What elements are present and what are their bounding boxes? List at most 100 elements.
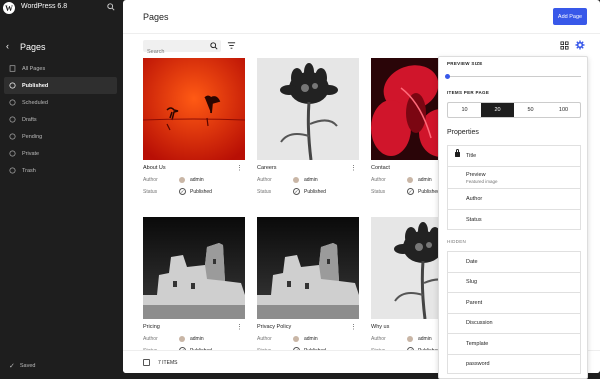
avatar-icon (179, 335, 185, 342)
more-actions-icon[interactable]: ⋮ (350, 323, 357, 331)
search-icon (210, 42, 218, 50)
page-thumbnail[interactable] (257, 217, 359, 319)
property-sublabel: Featured image (466, 178, 498, 184)
saved-status: ✓ Saved (9, 362, 35, 370)
published-check-icon: ✓ (179, 188, 186, 195)
property-label: Slug (466, 279, 478, 286)
items-per-page-label: ITEMS PER PAGE (447, 90, 490, 95)
author-label: Author (257, 176, 272, 183)
property-label: Preview (466, 171, 486, 178)
view-options-popover: PREVIEW SIZE ITEMS PER PAGE 10 20 50 100 Pr… (438, 56, 588, 379)
avatar-icon (407, 335, 413, 342)
filter-icon[interactable] (227, 41, 236, 50)
search-field[interactable] (143, 40, 221, 58)
status-value: ✓ Published (407, 188, 440, 195)
author-field: Author admin (257, 174, 359, 185)
page-title-text[interactable]: Careers ⋮ (257, 165, 359, 173)
property-author[interactable]: Author (447, 188, 581, 209)
avatar-icon (293, 176, 299, 183)
page-card[interactable]: About Us ⋮ Author admin Status ✓ Published (143, 58, 245, 197)
more-actions-icon[interactable]: ⋮ (350, 164, 357, 172)
author-name: admin (190, 335, 204, 342)
property-title[interactable]: Title (447, 145, 581, 166)
property-label: password (466, 360, 490, 367)
sidebar-item-pending[interactable]: Pending (4, 128, 117, 145)
select-all-checkbox[interactable] (143, 359, 150, 366)
author-value: admin (293, 176, 318, 183)
search-input[interactable] (143, 46, 205, 58)
status-field: Status ✓ Published (257, 186, 359, 197)
chevron-left-icon: ‹ (6, 41, 9, 51)
property-label: Date (466, 258, 478, 265)
items-per-page-option-50[interactable]: 50 (514, 103, 547, 117)
preview-size-thumb[interactable] (445, 74, 450, 79)
sidebar-item-scheduled[interactable]: Scheduled (4, 94, 117, 111)
status-label: Status (257, 188, 272, 195)
property-label: Status (466, 216, 482, 223)
property-label-wrap: Title (466, 153, 476, 159)
card-title-label: Why us (371, 324, 390, 330)
author-field: Author admin (143, 174, 245, 185)
author-field: Author admin (143, 333, 245, 344)
avatar-icon (293, 335, 299, 342)
visible-properties-list: Title Preview Featured image Author Status (447, 145, 581, 230)
status-value: ✓ Published (293, 188, 326, 195)
grid-layout-icon[interactable] (560, 41, 569, 50)
saved-label: Saved (19, 363, 36, 369)
page-title-text[interactable]: About Us ⋮ (143, 165, 245, 173)
sidebar-item-all-pages[interactable]: All Pages (4, 60, 117, 77)
hidden-property-parent[interactable]: Parent (447, 292, 581, 313)
properties-title: Properties (447, 129, 479, 136)
page-title-text[interactable]: Privacy Policy ⋮ (257, 324, 359, 332)
drafts-icon (9, 116, 16, 123)
items-per-page-option-100[interactable]: 100 (547, 103, 580, 117)
sidebar-item-drafts[interactable]: Drafts (4, 111, 117, 128)
published-check-icon: ✓ (293, 188, 300, 195)
author-value: admin (179, 335, 204, 342)
preview-size-label: PREVIEW SIZE (447, 61, 483, 66)
sidebar-item-label: Pending (22, 133, 43, 140)
add-page-button[interactable]: Add Page (553, 8, 587, 25)
sidebar-item-label: Published (22, 82, 49, 89)
items-per-page-option-10[interactable]: 10 (448, 103, 481, 117)
status-label: Status (371, 188, 386, 195)
status-text: Published (418, 188, 440, 195)
card-title-label: Pricing (143, 324, 160, 330)
preview-size-slider[interactable] (447, 76, 581, 77)
view-options-gear-icon[interactable] (575, 40, 585, 50)
property-preview[interactable]: Preview Featured image (447, 166, 581, 188)
items-per-page-control: 10 20 50 100 (447, 102, 581, 118)
hidden-property-discussion[interactable]: Discussion (447, 312, 581, 333)
items-per-page-option-20[interactable]: 20 (481, 103, 514, 117)
sidebar-item-label: Drafts (22, 116, 37, 123)
scheduled-icon (9, 99, 16, 106)
hidden-property-date[interactable]: Date (447, 251, 581, 272)
page-card[interactable]: Careers ⋮ Author admin Status ✓ Published (257, 58, 359, 197)
property-label: Template (466, 340, 489, 347)
hidden-property-password[interactable]: password (447, 353, 581, 374)
page-title: Pages (143, 12, 169, 22)
hidden-property-template[interactable]: Template (447, 333, 581, 354)
property-label: Title (466, 153, 477, 159)
page-thumbnail[interactable] (143, 217, 245, 319)
more-actions-icon[interactable]: ⋮ (236, 323, 243, 331)
sidebar-item-trash[interactable]: Trash (4, 162, 117, 179)
page-thumbnail[interactable] (143, 58, 245, 160)
card-title-label: Privacy Policy (257, 324, 292, 330)
sidebar-item-published[interactable]: Published (4, 77, 117, 94)
site-title[interactable]: WordPress 6.8 (21, 3, 67, 10)
property-status[interactable]: Status (447, 209, 581, 230)
page-title-text[interactable]: Pricing ⋮ (143, 324, 245, 332)
sidebar-item-private[interactable]: Private (4, 145, 117, 162)
page-thumbnail[interactable] (257, 58, 359, 160)
page-card[interactable]: Pricing⋮AuthoradminStatus✓Published (143, 217, 245, 356)
search-icon[interactable] (107, 3, 115, 11)
back-button[interactable]: ‹ (6, 41, 16, 51)
property-label: Author (466, 196, 483, 202)
wordpress-logo-icon[interactable]: W (3, 2, 15, 14)
check-icon: ✓ (9, 363, 15, 370)
page-card[interactable]: Privacy Policy⋮AuthoradminStatus✓Publish… (257, 217, 359, 356)
more-actions-icon[interactable]: ⋮ (236, 164, 243, 172)
sidebar-item-label: Scheduled (22, 99, 48, 106)
hidden-property-slug[interactable]: Slug (447, 271, 581, 292)
